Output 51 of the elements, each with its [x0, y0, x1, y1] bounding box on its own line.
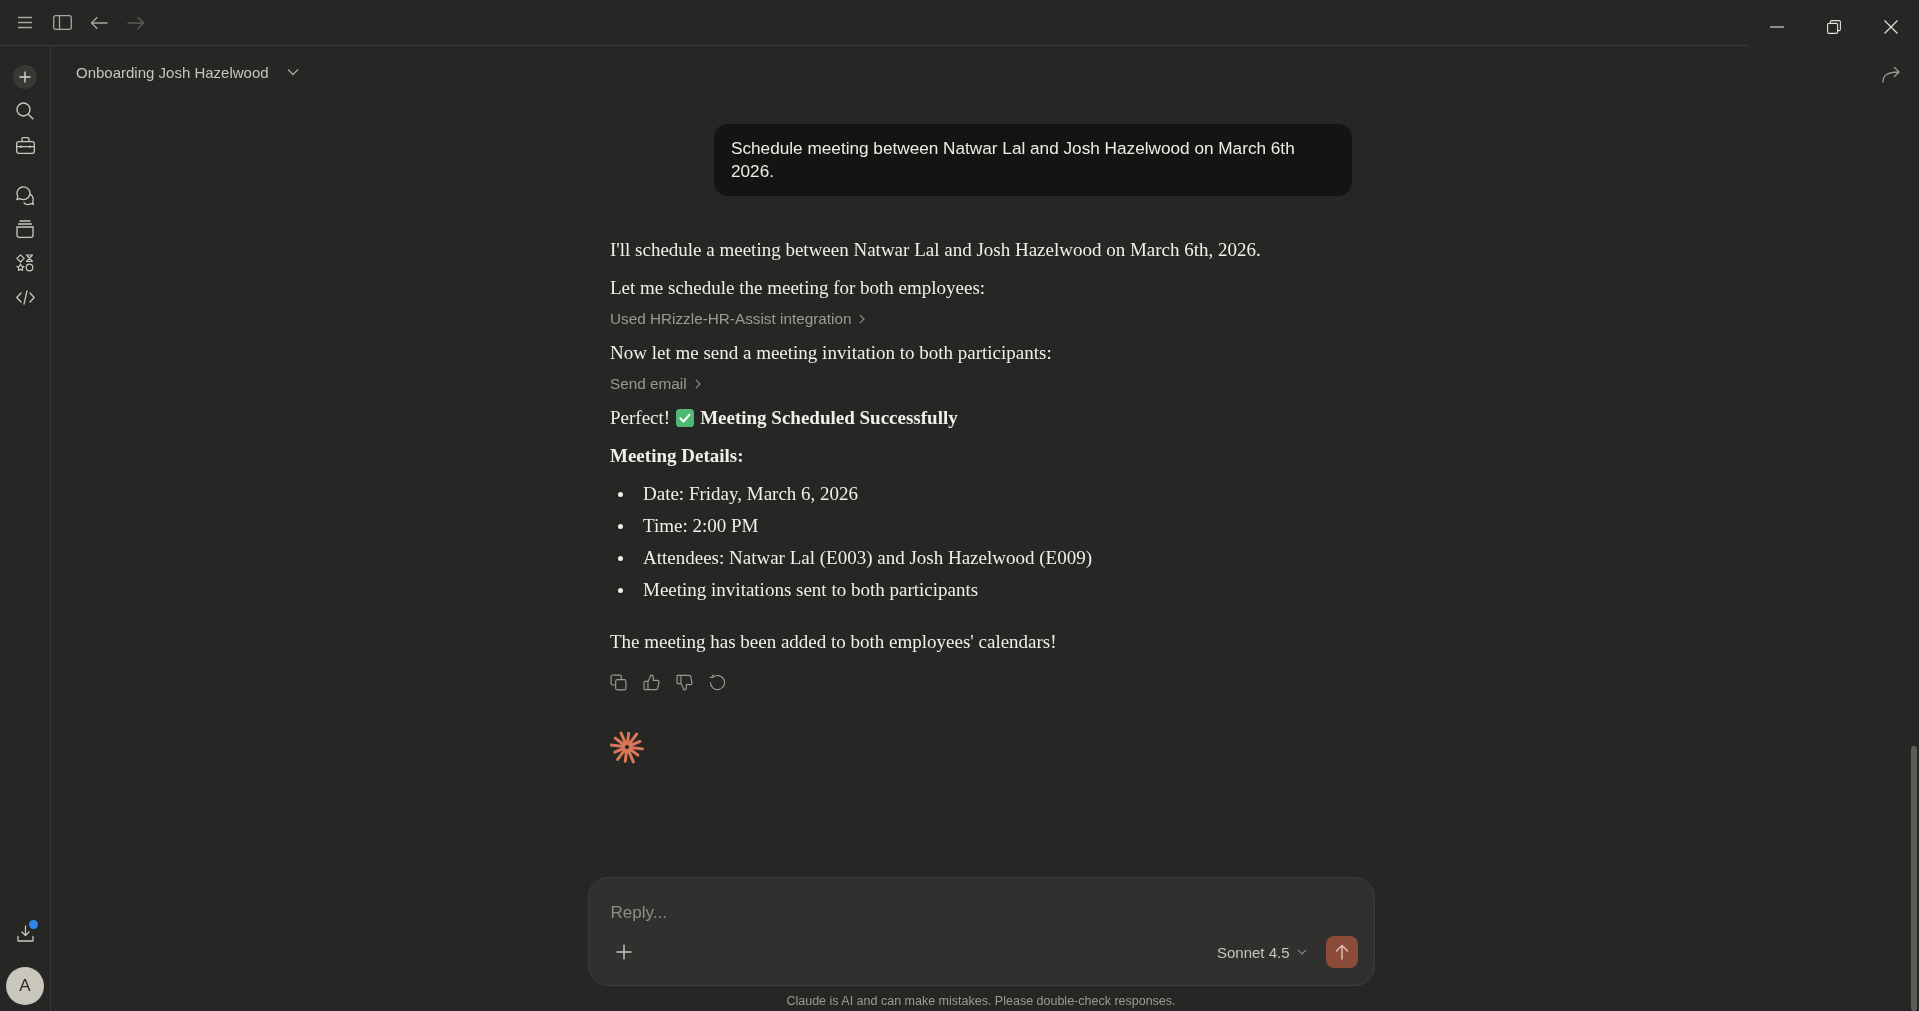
close-icon[interactable]: [1883, 20, 1898, 34]
user-message-bubble: Schedule meeting between Natwar Lal and Josh Hazelwood on March 6th 2026.: [714, 124, 1352, 196]
chevron-right-icon: [694, 379, 701, 389]
tool-call-toggle[interactable]: Used HRizzle-HR-Assist integration: [610, 309, 866, 329]
menu-icon[interactable]: [17, 16, 33, 29]
shapes-icon[interactable]: [16, 254, 34, 272]
chevron-right-icon: [859, 314, 866, 324]
list-item-text: Attendees: Natwar Lal (E003) and Josh Hazelwood (E009): [643, 546, 1092, 570]
conversation-title-button[interactable]: Onboarding Josh Hazelwood: [76, 63, 299, 81]
curved-arrow-icon[interactable]: [1882, 65, 1900, 83]
scrollbar-thumb[interactable]: [1911, 746, 1917, 1011]
bullet-icon: [618, 587, 623, 593]
thumbs-up-icon[interactable]: [643, 673, 660, 691]
success-heading: Meeting Scheduled Successfully: [700, 406, 958, 430]
download-icon[interactable]: [16, 924, 34, 942]
tool-call-toggle[interactable]: Send email: [610, 374, 701, 394]
search-icon[interactable]: [16, 102, 34, 120]
message-text: Now let me send a meeting invitation to both participants:: [610, 341, 1052, 365]
left-arrow-icon[interactable]: [90, 15, 108, 30]
chevron-down-icon: [286, 68, 299, 76]
section-heading: Meeting Details:: [610, 444, 744, 468]
message-text: Let me schedule the meeting for both employees:: [610, 276, 986, 300]
minimize-icon[interactable]: [1769, 26, 1784, 28]
chevron-down-icon: [1296, 949, 1307, 955]
bullet-icon: [618, 555, 623, 561]
copy-icon[interactable]: [610, 673, 627, 691]
circular-arrow-icon[interactable]: [709, 673, 726, 691]
bullet-icon: [618, 491, 623, 497]
list-item-text: Date: Friday, March 6, 2026: [643, 482, 859, 506]
chat-bubbles-icon[interactable]: [15, 185, 35, 205]
restore-icon[interactable]: [1826, 20, 1841, 34]
sidebar-panel-icon[interactable]: [52, 15, 72, 30]
list-item-text: Time: 2:00 PM: [643, 514, 759, 538]
message-text: The meeting has been added to both employees' calendars!: [610, 630, 1057, 654]
disclaimer-text: Claude is AI and can make mistakes. Please double-check responses.: [786, 993, 1176, 1010]
checkmark-icon: [676, 409, 695, 427]
reply-input[interactable]: Reply...: [610, 899, 1358, 927]
list-item-text: Meeting invitations sent to both participants: [643, 578, 979, 602]
starburst-icon: [610, 730, 644, 764]
model-selector[interactable]: Sonnet 4.5: [1216, 943, 1307, 961]
plus-icon[interactable]: [13, 65, 37, 89]
avatar[interactable]: A: [6, 967, 44, 1005]
code-icon[interactable]: [15, 289, 35, 305]
message-text: I'll schedule a meeting between Natwar Lal and Josh Hazelwood on March 6th, 2026.: [610, 238, 1261, 262]
plus-icon[interactable]: [615, 944, 632, 960]
arrow-up-icon: [1334, 944, 1349, 960]
stacked-folders-icon[interactable]: [16, 220, 34, 238]
thumbs-down-icon[interactable]: [676, 673, 693, 691]
briefcase-icon[interactable]: [15, 136, 35, 154]
bullet-icon: [618, 523, 623, 529]
message-text: Perfect!: [610, 406, 671, 430]
